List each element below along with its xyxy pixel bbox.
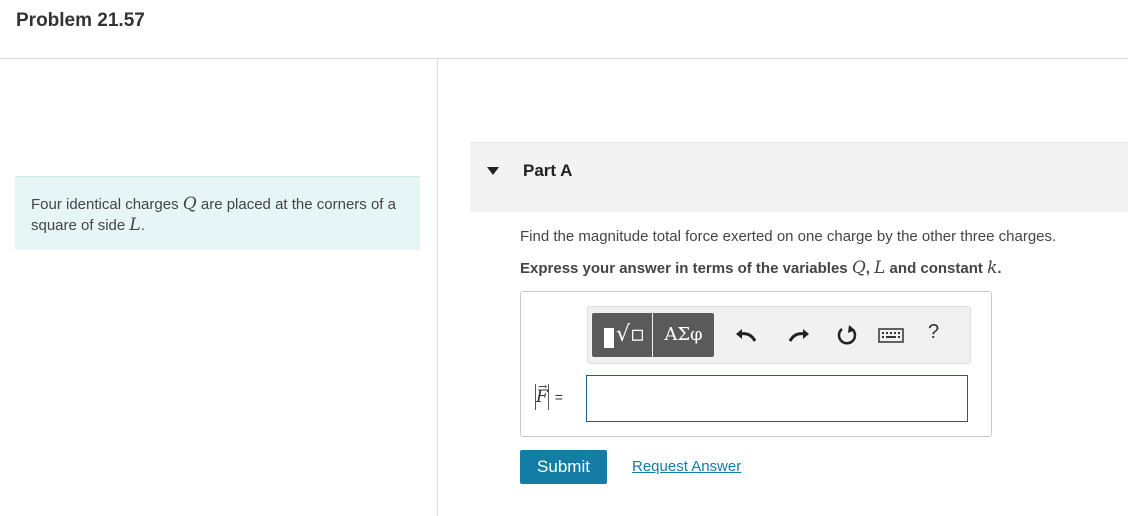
problem-text-1: Four identical charges [31, 196, 183, 213]
templates-button[interactable]: √▫ [592, 313, 652, 357]
force-vector-label: → F [536, 380, 548, 407]
page-title: Problem 21.57 [16, 10, 145, 31]
redo-icon[interactable] [784, 321, 812, 349]
collapse-caret-icon[interactable] [487, 167, 499, 175]
var-l: L [129, 215, 141, 235]
undo-icon[interactable] [733, 321, 761, 349]
vector-arrow-icon: → [538, 380, 548, 393]
answer-input[interactable] [586, 375, 968, 422]
equals-sign: = [554, 389, 563, 405]
header-divider [0, 58, 1128, 59]
problem-statement: Four identical charges Q are placed at t… [15, 176, 420, 250]
part-label: Part A [523, 161, 573, 180]
help-icon[interactable]: ? [928, 321, 939, 344]
answer-lhs: → F = [535, 380, 563, 410]
answer-instruction: Express your answer in terms of the vari… [520, 258, 1002, 278]
instruction-prefix: Express your answer in terms of the vari… [520, 260, 852, 277]
column-divider [437, 58, 438, 516]
templates-block-icon [604, 328, 614, 348]
reset-icon[interactable] [833, 321, 861, 349]
request-answer-link[interactable]: Request Answer [632, 458, 741, 475]
templates-icon: √▫ [616, 322, 645, 347]
instruction-sep: , [865, 260, 875, 277]
instruction-var-q: Q [851, 258, 866, 278]
instruction-var-k: k [987, 258, 998, 278]
instruction-end: . [997, 260, 1002, 277]
submit-button[interactable]: Submit [520, 450, 607, 484]
instruction-mid: and constant [885, 260, 988, 277]
part-a-header[interactable]: Part A [470, 142, 1128, 212]
answer-box: √▫ ΑΣφ ? → F = [520, 291, 992, 437]
greek-letters-button[interactable]: ΑΣφ [653, 313, 714, 357]
math-toolbar: √▫ ΑΣφ ? [587, 306, 971, 364]
instruction-var-l: L [874, 258, 886, 278]
problem-text-3: . [140, 217, 145, 234]
question-text: Find the magnitude total force exerted o… [520, 228, 1057, 245]
var-q: Q [182, 194, 197, 214]
keyboard-icon[interactable] [876, 321, 906, 349]
